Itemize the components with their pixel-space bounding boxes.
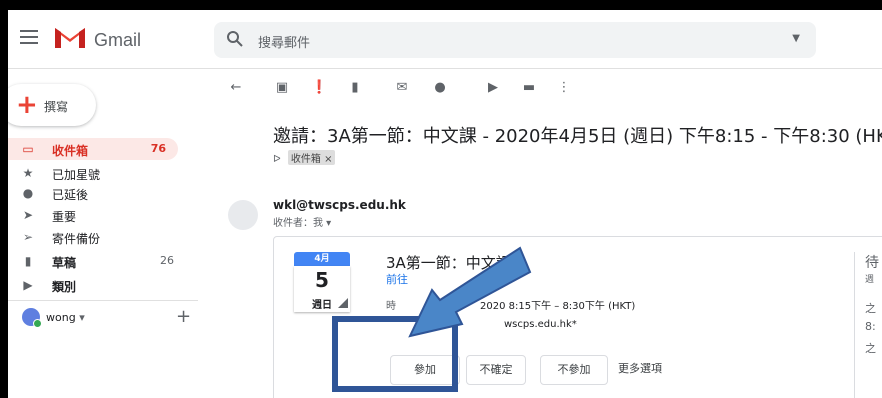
app-name: Gmail (94, 30, 142, 50)
agenda-text: 之 (865, 302, 876, 315)
draft-count: 26 (160, 254, 174, 267)
sidebar-item-starred[interactable]: ★ 已加星號 (8, 162, 186, 184)
agenda-text: 之 (865, 342, 876, 355)
hangouts-user[interactable]: wong ▾ + (8, 306, 198, 330)
inbox-icon: ▭ (22, 142, 34, 156)
recipient-line[interactable]: 收件者：我 ▾ (273, 214, 331, 229)
important-marker-icon[interactable]: ᐅ (273, 154, 281, 165)
star-icon: ★ (22, 166, 34, 180)
event-link[interactable]: 前往 (386, 271, 408, 287)
archive-icon[interactable]: ▣ (274, 80, 290, 96)
sidebar-item-label: 重要 (52, 210, 77, 224)
label-row: ᐅ 收件箱 × (273, 150, 336, 165)
more-options-button[interactable]: 更多選項 (618, 355, 662, 383)
back-arrow-icon[interactable]: ← (228, 80, 244, 96)
compose-plus-icon: + (16, 90, 38, 120)
compose-button[interactable]: + 撰寫 (8, 84, 96, 126)
agenda-text: 8: (865, 320, 876, 333)
invite-month: 4月 (294, 252, 350, 266)
search-icon[interactable] (226, 30, 244, 52)
mark-unread-icon[interactable]: ✉ (394, 80, 410, 96)
agenda-text: 待 (865, 255, 879, 271)
invite-day: 5 (315, 268, 329, 292)
compose-label: 撰寫 (44, 100, 69, 114)
online-status-icon (33, 319, 42, 328)
calendar-date-icon: 4月 5 週日 (294, 252, 350, 312)
avatar[interactable] (22, 308, 42, 328)
search-options-icon[interactable]: ▼ (792, 33, 800, 44)
sidebar-item-label: 已延後 (52, 188, 89, 202)
more-options-icon[interactable]: ⋮ (556, 80, 572, 96)
user-name: wong ▾ (46, 311, 85, 324)
labels-icon[interactable]: ▬ (521, 80, 537, 96)
important-icon: ➤ (22, 208, 34, 222)
agenda-column: 待 週 之 8: 之 (854, 252, 882, 398)
draft-icon: ▮ (24, 254, 32, 268)
sidebar-item-important[interactable]: ➤ 重要 (8, 204, 186, 226)
sidebar: + 撰寫 ▭ 收件箱 76 ★ 已加星號 ● 已延後 ➤ 重要 ➢ 寄件備份 ▮… (8, 68, 208, 398)
divider (8, 300, 198, 301)
sidebar-item-drafts[interactable]: ▮ 草稿 26 (8, 250, 186, 272)
sidebar-item-label: 草稿 (52, 256, 77, 270)
event-time-label: 時 (386, 301, 396, 312)
sidebar-item-label: 收件箱 (52, 144, 89, 158)
event-time: 2020 8:15下午 – 8:30下午 (HKT) (480, 301, 636, 312)
sidebar-item-label: 已加星號 (52, 168, 101, 182)
label-icon: ▶ (23, 278, 33, 292)
main-menu-icon[interactable] (20, 30, 38, 44)
delete-icon[interactable]: ▮ (347, 80, 363, 96)
sidebar-item-snoozed[interactable]: ● 已延後 (8, 182, 186, 204)
sidebar-item-inbox[interactable]: ▭ 收件箱 76 (8, 138, 178, 160)
report-spam-icon[interactable]: ❗ (311, 80, 327, 96)
sidebar-item-label: 類別 (52, 280, 77, 294)
page-fold-icon (338, 298, 348, 308)
search-input[interactable]: 搜尋郵件 (258, 32, 310, 51)
email-subject: 邀請：3A第一節：中文課 - 2020年4月5日 (週日) 下午8:15 - 下… (273, 126, 882, 147)
clock-icon: ● (22, 186, 34, 200)
decline-button[interactable]: 不參加 (540, 355, 608, 385)
unread-count: 76 (150, 142, 166, 155)
top-bar: Gmail 搜尋郵件 ▼ (8, 10, 882, 69)
event-title: 3A第一節：中文課 (386, 254, 511, 272)
snooze-icon[interactable]: ● (432, 80, 448, 96)
highlight-box (332, 316, 458, 392)
sender-address[interactable]: wkl@twscps.edu.hk (273, 198, 406, 212)
gmail-logo-icon[interactable] (53, 24, 87, 54)
maybe-button[interactable]: 不確定 (466, 355, 526, 385)
sidebar-item-label: 寄件備份 (52, 232, 101, 246)
event-organizer: wscps.edu.hk* (504, 319, 577, 330)
sender-avatar (228, 200, 258, 230)
sidebar-item-sent[interactable]: ➢ 寄件備份 (8, 226, 186, 248)
move-to-icon[interactable]: ▶ (485, 80, 501, 96)
search-bar[interactable]: 搜尋郵件 ▼ (214, 22, 816, 58)
add-contact-button[interactable]: + (176, 306, 191, 327)
sidebar-item-categories[interactable]: ▶ 類別 (8, 274, 186, 296)
agenda-text: 週 (865, 275, 875, 285)
inbox-label-chip[interactable]: 收件箱 × (287, 150, 336, 165)
send-icon: ➢ (22, 230, 34, 244)
